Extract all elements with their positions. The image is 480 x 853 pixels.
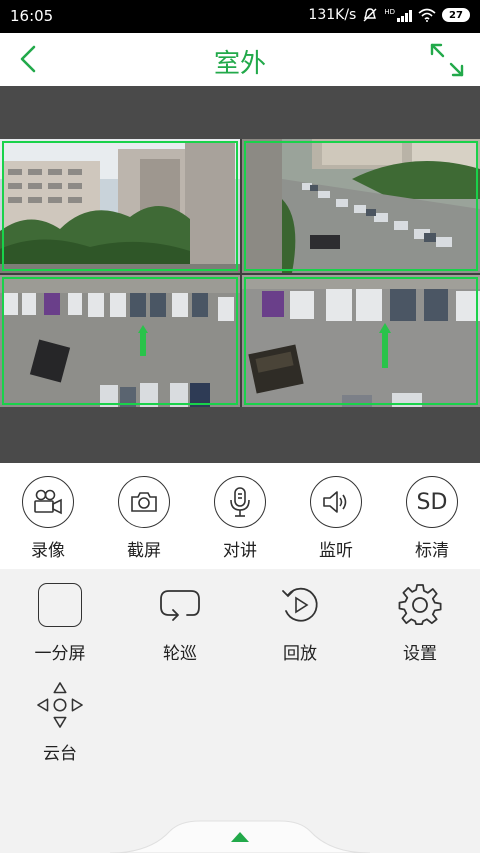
control-label: 标清 <box>415 541 449 561</box>
menu-label: 云台 <box>43 744 77 764</box>
ptz-icon <box>37 682 83 728</box>
battery-icon: 27 <box>442 8 470 22</box>
intercom-button[interactable]: 对讲 <box>200 476 280 561</box>
camera-feed-2[interactable] <box>242 139 480 273</box>
microphone-icon <box>214 476 266 528</box>
sd-icon: SD <box>406 476 458 528</box>
grid-divider-horizontal <box>0 273 480 275</box>
camera-feed-1[interactable] <box>0 139 240 273</box>
bottom-bar <box>0 819 480 853</box>
camera-feed-3[interactable] <box>0 275 240 407</box>
expand-up-icon[interactable] <box>231 832 249 842</box>
menu-label: 设置 <box>403 644 437 664</box>
menu-label: 轮巡 <box>163 644 197 664</box>
loop-icon <box>160 590 200 621</box>
status-time: 16:05 <box>10 7 54 25</box>
ptz-button[interactable]: 云台 <box>10 681 110 764</box>
patrol-button[interactable]: 轮巡 <box>130 581 230 664</box>
function-menu: 一分屏 轮巡 回放 设置 云台 <box>0 569 480 819</box>
top-nav-bar: 室外 <box>0 33 480 86</box>
control-label: 对讲 <box>223 541 257 561</box>
signal-icon: HD <box>384 7 412 22</box>
control-label: 录像 <box>31 541 65 561</box>
wifi-icon <box>418 8 436 22</box>
quality-button[interactable]: SD 标清 <box>392 476 472 561</box>
gear-icon <box>398 584 442 626</box>
screenshot-button[interactable]: 截屏 <box>104 476 184 561</box>
control-label: 监听 <box>319 541 353 561</box>
control-label: 截屏 <box>127 541 161 561</box>
network-speed: 131K/s <box>308 7 357 23</box>
single-screen-button[interactable]: 一分屏 <box>10 581 110 664</box>
menu-label: 回放 <box>283 644 317 664</box>
video-camera-icon <box>22 476 74 528</box>
sd-icon-text: SD <box>416 489 448 515</box>
record-button[interactable]: 录像 <box>8 476 88 561</box>
control-bar: 录像 截屏 对讲 监听 SD 标清 <box>0 463 480 569</box>
page-title: 室外 <box>213 49 266 79</box>
camera-icon <box>118 476 170 528</box>
camera-feed-4[interactable] <box>242 275 480 407</box>
playback-icon <box>282 587 318 622</box>
expand-icon[interactable] <box>428 41 466 79</box>
mute-icon <box>363 8 377 22</box>
speaker-icon <box>310 476 362 528</box>
camera-grid <box>0 139 480 407</box>
status-icons: 131K/s HD 27 <box>308 7 470 23</box>
listen-button[interactable]: 监听 <box>296 476 376 561</box>
hd-label: HD <box>384 7 395 16</box>
status-bar: 16:05 131K/s HD 27 <box>0 0 480 33</box>
playback-button[interactable]: 回放 <box>250 581 350 664</box>
video-viewport[interactable] <box>0 86 480 463</box>
settings-button[interactable]: 设置 <box>370 581 470 664</box>
menu-label: 一分屏 <box>34 644 86 664</box>
square-icon <box>38 583 82 627</box>
